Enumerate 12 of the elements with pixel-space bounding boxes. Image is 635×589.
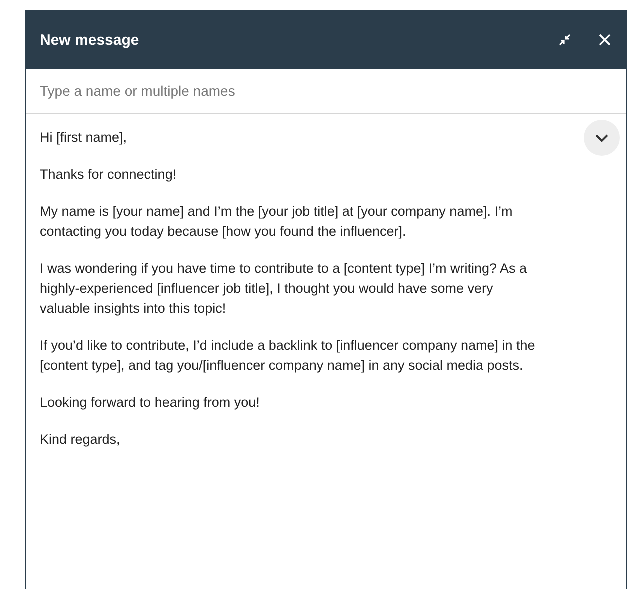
message-paragraph: Thanks for connecting!: [40, 166, 178, 184]
message-paragraph: Kind regards,: [40, 431, 122, 449]
message-paragraph: My name is [your name] and I’m the [your job title] at [your company name]. I’m contacting you today because [how you found the influencer].: [40, 203, 514, 241]
message-paragraph: If you’d like to contribute, I’d include a backlink to [influencer company name] in the [content type], and tag you/[influencer company name] in any social media posts.: [40, 337, 536, 375]
message-paragraph: Looking forward to hearing from you!: [40, 394, 261, 412]
window-title: New message: [40, 32, 140, 48]
expand-button[interactable]: [584, 120, 620, 156]
collapse-arrows-icon: [559, 34, 571, 46]
message-paragraph: I was wondering if you have time to contribute to a [content type] I’m writing? As a highly-experienced [influencer job title], I thought you would have some very valuable insights into this topic!: [40, 260, 528, 318]
close-icon: [599, 34, 611, 46]
message-paragraph: Hi [first name],: [40, 129, 128, 147]
chevron-down-icon: [595, 134, 609, 142]
